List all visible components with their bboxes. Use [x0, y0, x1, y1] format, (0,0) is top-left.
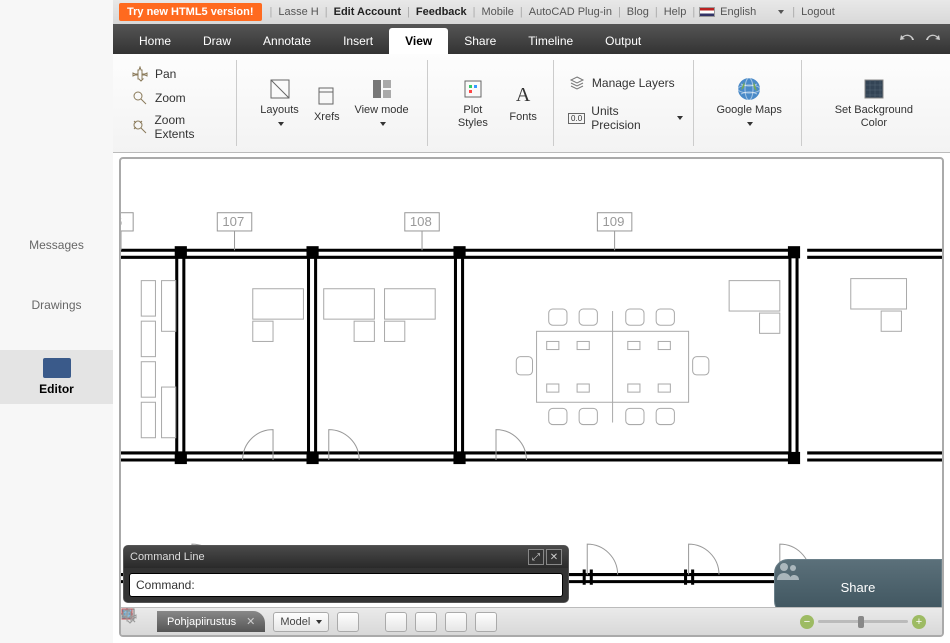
bg-color-icon [861, 76, 887, 102]
layers-icon [568, 74, 586, 92]
zoom-plus-icon[interactable]: + [912, 615, 926, 629]
command-line-title-bar[interactable]: Command Line ⤢ ✕ [124, 546, 568, 568]
pan-bottom-button[interactable] [527, 612, 549, 632]
layouts-button[interactable]: Layouts [251, 72, 308, 133]
sidebar-item-messages[interactable]: Messages [0, 230, 113, 260]
grid-button[interactable] [415, 612, 437, 632]
people-icon [775, 560, 801, 582]
bottom-toolbar: Pohjapiirustus ✕ Model − [121, 607, 942, 635]
zoom-icon [131, 89, 149, 107]
zoom-button[interactable]: Zoom [131, 88, 226, 108]
fonts-icon: A [510, 83, 536, 109]
flag-icon [699, 7, 715, 17]
zoom-out-bottom-button[interactable] [557, 612, 579, 632]
zoom-extents-icon [131, 118, 148, 136]
nav-group: Pan Zoom Zoom Extents [121, 60, 237, 146]
tab-annotate[interactable]: Annotate [247, 28, 327, 54]
left-sidebar: Messages Drawings Editor [0, 0, 113, 643]
editor-icon [43, 358, 71, 378]
model-button[interactable]: Model [273, 612, 329, 632]
manage-layers-button[interactable]: Manage Layers [568, 73, 683, 93]
feedback-link[interactable]: Feedback [414, 6, 469, 18]
svg-text:107: 107 [222, 214, 244, 229]
globe-icon [736, 76, 762, 102]
bg-group: Set Background Color [806, 60, 942, 146]
help-link[interactable]: Help [662, 6, 689, 18]
tab-output[interactable]: Output [589, 28, 657, 54]
fonts-button[interactable]: A Fonts [503, 79, 543, 128]
topbar: Try new HTML5 version! | Lasse H | Edit … [113, 0, 950, 24]
ribbon-body: Pan Zoom Zoom Extents Layouts [113, 54, 950, 153]
units-icon: 0.0 [568, 109, 585, 127]
layout-group: Layouts Xrefs View mode [241, 60, 428, 146]
tab-share[interactable]: Share [448, 28, 512, 54]
svg-text:109: 109 [602, 214, 624, 229]
close-tab-icon[interactable]: ✕ [246, 615, 255, 628]
xrefs-icon [314, 83, 340, 109]
svg-text:108: 108 [410, 214, 432, 229]
history-buttons [900, 32, 940, 54]
settings-group: Manage Layers 0.0 Units Precision [558, 60, 694, 146]
view-mode-icon [369, 76, 395, 102]
tab-draw[interactable]: Draw [187, 28, 247, 54]
close-button[interactable]: ✕ [546, 549, 562, 565]
sidebar-item-label: Editor [39, 382, 74, 396]
undo-icon[interactable] [900, 32, 916, 48]
tab-timeline[interactable]: Timeline [512, 28, 589, 54]
zoom-extents-button[interactable]: Zoom Extents [131, 112, 226, 142]
command-input[interactable] [201, 578, 556, 592]
redo-icon[interactable] [924, 32, 940, 48]
blog-link[interactable]: Blog [625, 6, 651, 18]
google-maps-button[interactable]: Google Maps [708, 72, 791, 133]
set-bg-color-button[interactable]: Set Background Color [816, 72, 932, 133]
edit-account-link[interactable]: Edit Account [332, 6, 403, 18]
command-prompt-label: Command: [136, 578, 195, 592]
plot-styles-button[interactable]: Plot Styles [442, 72, 503, 133]
styles-group: Plot Styles A Fonts [432, 60, 554, 146]
svg-text:6: 6 [121, 214, 122, 229]
sidebar-item-drawings[interactable]: Drawings [0, 290, 113, 320]
logout-link[interactable]: Logout [799, 6, 837, 18]
plot-styles-icon [460, 76, 486, 102]
pan-button[interactable]: Pan [131, 64, 226, 84]
view-mode-button[interactable]: View mode [346, 72, 418, 133]
drawing-tab[interactable]: Pohjapiirustus ✕ [157, 611, 265, 632]
zoom-minus-icon[interactable]: − [800, 615, 814, 629]
ortho-button[interactable] [445, 612, 467, 632]
expand-button[interactable]: ⤢ [528, 549, 544, 565]
command-line-window[interactable]: Command Line ⤢ ✕ Command: [123, 545, 569, 603]
zoom-slider[interactable]: − + [800, 615, 926, 629]
units-precision-button[interactable]: 0.0 Units Precision [568, 103, 683, 133]
layouts-icon [267, 76, 293, 102]
zoom-in-bottom-button[interactable] [587, 612, 609, 632]
mobile-link[interactable]: Mobile [480, 6, 516, 18]
plugin-link[interactable]: AutoCAD Plug-in [527, 6, 614, 18]
html5-promo-button[interactable]: Try new HTML5 version! [119, 3, 262, 21]
maps-group: Google Maps [698, 60, 802, 146]
user-link[interactable]: Lasse H [276, 6, 320, 18]
osnap-button[interactable] [475, 612, 497, 632]
sidebar-item-editor[interactable]: Editor [0, 350, 113, 404]
xrefs-button[interactable]: Xrefs [308, 79, 346, 128]
ribbon-tabs: Home Draw Annotate Insert View Share Tim… [113, 24, 950, 54]
snap-button[interactable] [385, 612, 407, 632]
language-select[interactable]: English [718, 6, 788, 18]
tab-view[interactable]: View [389, 28, 448, 54]
tab-home[interactable]: Home [123, 28, 187, 54]
pan-icon [131, 65, 149, 83]
layout1-button[interactable] [337, 612, 359, 632]
drawing-canvas[interactable]: 6 107 108 109 [119, 157, 944, 637]
tab-insert[interactable]: Insert [327, 28, 389, 54]
